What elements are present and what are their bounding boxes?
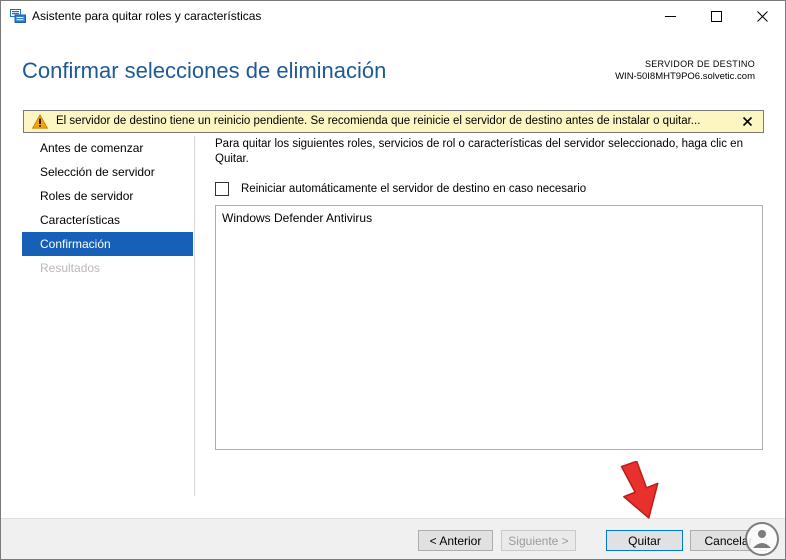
minimize-button[interactable] <box>647 1 693 32</box>
next-button: Siguiente > <box>501 530 576 551</box>
list-item: Windows Defender Antivirus <box>222 211 373 225</box>
server-manager-icon <box>10 9 26 23</box>
close-button[interactable] <box>739 1 785 32</box>
annotation-arrow-icon <box>620 461 659 519</box>
restart-checkbox-label[interactable]: Reiniciar automáticamente el servidor de… <box>241 183 586 195</box>
title-bar: Asistente para quitar roles y caracterís… <box>1 1 785 32</box>
nav-item-seleccion-de-servidor[interactable]: Selección de servidor <box>22 160 193 184</box>
wizard-window: Asistente para quitar roles y caracterís… <box>0 0 786 560</box>
nav-item-roles-de-servidor[interactable]: Roles de servidor <box>22 184 193 208</box>
nav-item-caracteristicas[interactable]: Características <box>22 208 193 232</box>
intro-text: Para quitar los siguientes roles, servic… <box>215 138 743 165</box>
warning-text: El servidor de destino tiene un reinicio… <box>56 115 701 127</box>
nav-item-antes-de-comenzar[interactable]: Antes de comenzar <box>22 136 193 160</box>
warning-icon <box>32 114 48 129</box>
window-title: Asistente para quitar roles y caracterís… <box>32 9 262 23</box>
wizard-footer: < Anterior Siguiente > Quitar Cancelar <box>1 518 785 559</box>
nav-item-confirmacion[interactable]: Confirmación <box>22 232 193 256</box>
pending-restart-warning: El servidor de destino tiene un reinicio… <box>23 110 764 133</box>
nav-divider <box>194 136 195 496</box>
selection-listbox[interactable]: Windows Defender Antivirus <box>215 205 763 450</box>
maximize-icon <box>710 11 722 22</box>
dismiss-warning-icon[interactable] <box>741 115 754 128</box>
solvetic-logo-icon <box>745 522 779 556</box>
previous-button[interactable]: < Anterior <box>418 530 493 551</box>
nav-item-resultados: Resultados <box>40 261 101 275</box>
restart-checkbox[interactable] <box>215 182 229 196</box>
wizard-steps-nav: Antes de comenzar Selección de servidor … <box>22 136 193 280</box>
remove-button[interactable]: Quitar <box>606 530 683 551</box>
minimize-icon <box>664 16 676 17</box>
destination-server-label: SERVIDOR DE DESTINO <box>644 59 755 69</box>
close-icon <box>756 11 768 22</box>
destination-server-host: WIN-50I8MHT9PO6.solvetic.com <box>615 71 755 82</box>
maximize-button[interactable] <box>693 1 739 32</box>
restart-option: Reiniciar automáticamente el servidor de… <box>215 181 586 197</box>
page-title: Confirmar selecciones de eliminación <box>22 58 387 83</box>
